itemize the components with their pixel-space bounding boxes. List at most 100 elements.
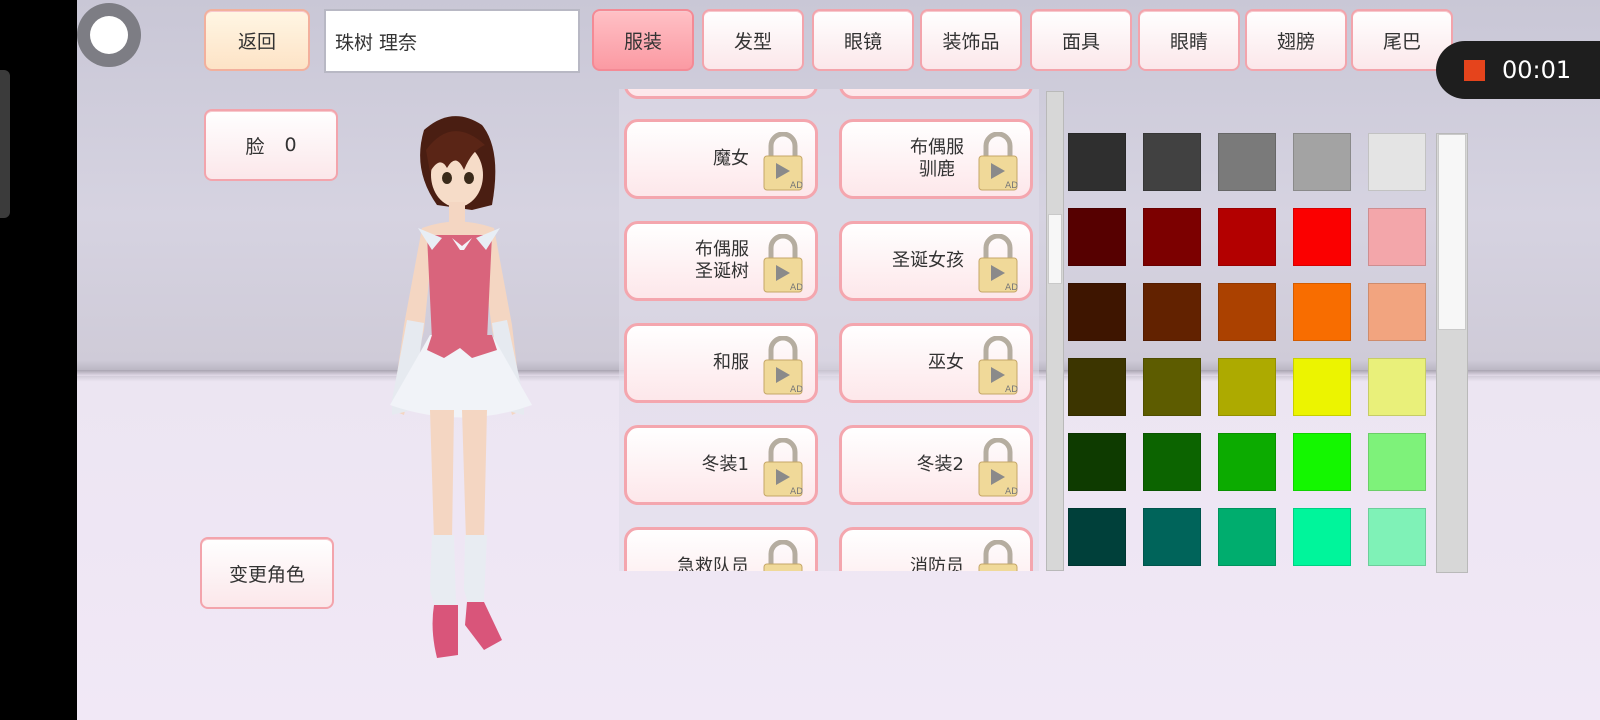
change-character-button[interactable]: 变更角色 [200,537,334,609]
color-swatch[interactable] [1293,508,1351,566]
ad-badge: AD [790,487,803,497]
color-swatch[interactable] [1368,283,1426,341]
color-swatch[interactable] [1218,283,1276,341]
costume-item-hidden[interactable] [839,89,1033,99]
ad-badge: AD [1005,181,1018,191]
costume-label: 和服 [713,352,749,373]
color-swatch[interactable] [1218,208,1276,266]
ad-badge: AD [790,385,803,395]
costume-label: 圣诞女孩 [892,250,964,271]
color-swatch[interactable] [1218,358,1276,416]
costume-item[interactable]: 消防员 AD [839,527,1033,571]
color-swatch[interactable] [1218,508,1276,566]
face-button[interactable]: 脸 0 [204,109,338,181]
back-button[interactable]: 返回 [204,9,310,71]
ad-lock-icon: AD [978,540,1018,571]
tab-label: 发型 [733,30,772,53]
record-time: 00:01 [1502,56,1572,84]
character-name-field[interactable]: 珠树 理奈 [324,9,580,73]
color-swatch[interactable] [1293,433,1351,491]
ad-lock-icon: AD [763,438,803,497]
color-swatch[interactable] [1068,358,1126,416]
tab-label: 服装 [623,30,662,53]
ad-lock-icon: AD [978,336,1018,395]
screen-record-timer[interactable]: 00:01 [1436,41,1600,99]
color-swatch[interactable] [1143,433,1201,491]
ad-badge: AD [790,181,803,191]
costume-item[interactable]: 魔女 AD [624,119,818,199]
costume-item-hidden[interactable] [624,89,818,99]
color-swatch[interactable] [1143,133,1201,191]
ad-lock-icon: AD [763,132,803,191]
face-label: 脸 [245,135,265,158]
color-swatch[interactable] [1293,283,1351,341]
tab-label: 眼睛 [1169,30,1208,53]
tab-hairstyle[interactable]: 发型 [702,9,804,71]
ad-badge: AD [1005,487,1018,497]
color-swatch[interactable] [1068,208,1126,266]
menu-circle-button[interactable] [77,3,141,67]
color-swatch[interactable] [1068,283,1126,341]
ad-lock-icon: AD [763,336,803,395]
ad-badge: AD [1005,385,1018,395]
costume-item[interactable]: 和服 AD [624,323,818,403]
costume-label: 布偶服 驯鹿 [910,137,964,180]
tab-eyes[interactable]: 眼睛 [1138,9,1240,71]
tab-clothing[interactable]: 服装 [592,9,694,71]
color-swatch[interactable] [1368,133,1426,191]
color-swatch[interactable] [1218,133,1276,191]
color-swatch[interactable] [1068,508,1126,566]
tab-glasses[interactable]: 眼镜 [812,9,914,71]
change-character-label: 变更角色 [228,563,305,586]
color-palette-scroll-thumb[interactable] [1438,134,1466,330]
costume-list[interactable]: 魔女 AD 布偶服 驯鹿 AD 布偶服 圣诞树 AD 圣诞女孩 AD 和服 AD… [619,89,1039,571]
tab-label: 面具 [1061,30,1100,53]
color-palette[interactable] [1068,133,1434,573]
color-swatch[interactable] [1068,133,1126,191]
color-swatch[interactable] [1293,133,1351,191]
tab-label: 翅膀 [1276,30,1315,53]
color-swatch[interactable] [1368,358,1426,416]
color-swatch[interactable] [1368,508,1426,566]
costume-label: 冬装1 [701,454,749,475]
costume-item[interactable]: 冬装1 AD [624,425,818,505]
costume-item[interactable]: 布偶服 驯鹿 AD [839,119,1033,199]
costume-label: 急救队员 [677,556,749,571]
ad-lock-icon: AD [763,540,803,571]
color-swatch[interactable] [1368,433,1426,491]
ad-badge: AD [790,283,803,293]
costume-label: 巫女 [928,352,964,373]
color-swatch[interactable] [1293,358,1351,416]
ad-lock-icon: AD [978,234,1018,293]
color-palette-scrollbar[interactable] [1436,133,1468,573]
costume-label: 魔女 [713,148,749,169]
costume-label: 消防员 [910,556,964,571]
ad-lock-icon: AD [978,132,1018,191]
ad-lock-icon: AD [978,438,1018,497]
circle-icon [90,16,128,54]
color-swatch[interactable] [1293,208,1351,266]
character-model[interactable] [352,110,592,680]
tab-wings[interactable]: 翅膀 [1245,9,1347,71]
back-button-label: 返回 [237,30,276,53]
costume-list-scrollbar[interactable] [1046,91,1064,571]
color-swatch[interactable] [1143,283,1201,341]
color-swatch[interactable] [1218,433,1276,491]
costume-list-scroll-thumb[interactable] [1048,214,1062,284]
tab-accessories[interactable]: 装饰品 [920,9,1022,71]
costume-item[interactable]: 布偶服 圣诞树 AD [624,221,818,301]
color-swatch[interactable] [1143,508,1201,566]
costume-label: 布偶服 圣诞树 [695,239,749,282]
costume-item[interactable]: 巫女 AD [839,323,1033,403]
tab-mask[interactable]: 面具 [1030,9,1132,71]
costume-item[interactable]: 圣诞女孩 AD [839,221,1033,301]
color-swatch[interactable] [1068,433,1126,491]
color-swatch[interactable] [1143,358,1201,416]
tab-label: 装饰品 [942,30,1000,53]
color-swatch[interactable] [1368,208,1426,266]
costume-item[interactable]: 急救队员 AD [624,527,818,571]
color-swatch[interactable] [1143,208,1201,266]
face-value: 0 [284,134,297,156]
costume-item[interactable]: 冬装2 AD [839,425,1033,505]
system-edge-handle[interactable] [0,70,10,218]
